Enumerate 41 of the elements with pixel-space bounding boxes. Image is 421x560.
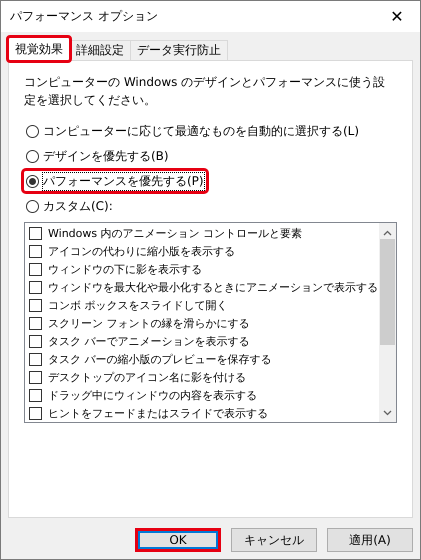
effect-label[interactable]: タスク バーの縮小版のプレビューを保存する	[48, 352, 272, 367]
dialog-button[interactable]: キャンセル	[231, 528, 317, 552]
tab[interactable]: 視覚効果	[8, 37, 70, 61]
dialog-button[interactable]: 適用(A)	[327, 528, 413, 552]
window-title: パフォーマンス オプション	[10, 8, 158, 25]
checkbox[interactable]	[29, 299, 42, 312]
dialog-button[interactable]: OK	[135, 528, 221, 552]
checkbox[interactable]	[29, 334, 42, 348]
close-button[interactable]: ✕	[374, 1, 420, 32]
radio-option[interactable]: コンピューターに応じて最適なものを自動的に選択する(L)	[24, 121, 362, 141]
checkbox[interactable]	[29, 227, 42, 240]
effect-label[interactable]: ウィンドウの下に影を表示する	[48, 262, 202, 278]
effect-label[interactable]: コンボ ボックスをスライドして開く	[48, 298, 228, 314]
effect-label[interactable]: ヒントをフェードまたはスライドで表示する	[48, 406, 268, 421]
checkbox[interactable]	[29, 352, 42, 366]
effect-label[interactable]: デスクトップのアイコン名に影を付ける	[48, 370, 246, 385]
effect-label[interactable]: ドラッグ中にウィンドウの内容を表示する	[48, 388, 257, 403]
checkbox[interactable]	[29, 245, 42, 258]
radio-button[interactable]	[26, 150, 39, 162]
effect-label[interactable]: アイコンの代わりに縮小版を表示する	[48, 244, 235, 260]
radio-button[interactable]	[26, 200, 39, 212]
radio-option[interactable]: カスタム(C):	[24, 196, 115, 216]
effect-label[interactable]: ウィンドウを最大化や最小化するときにアニメーションで表示する	[48, 280, 378, 296]
radio-option[interactable]: デザインを優先する(B)	[24, 146, 171, 166]
description-text: コンピューターの Windows のデザインとパフォーマンスに使う設定を選択してください。	[24, 74, 386, 109]
scrollbar[interactable]	[379, 223, 396, 422]
checkbox[interactable]	[29, 263, 42, 276]
tab[interactable]: データ実行防止	[130, 40, 228, 61]
effect-label[interactable]: スクリーン フォントの縁を滑らかにする	[48, 316, 250, 331]
scroll-up-icon[interactable]	[383, 230, 392, 236]
checkbox[interactable]	[29, 316, 42, 330]
radio-option[interactable]: パフォーマンスを優先する(P)	[24, 171, 206, 191]
radio-button[interactable]	[26, 124, 39, 138]
effect-label[interactable]: Windows 内のアニメーション コントロールと要素	[48, 226, 302, 242]
effect-label[interactable]: タスク バーでアニメーションを表示する	[48, 334, 250, 349]
checkbox[interactable]	[29, 406, 42, 420]
checkbox[interactable]	[29, 370, 42, 384]
checkbox[interactable]	[29, 388, 42, 402]
checkbox[interactable]	[29, 281, 42, 294]
scroll-down-icon[interactable]	[383, 410, 392, 416]
radio-button[interactable]	[26, 174, 39, 188]
